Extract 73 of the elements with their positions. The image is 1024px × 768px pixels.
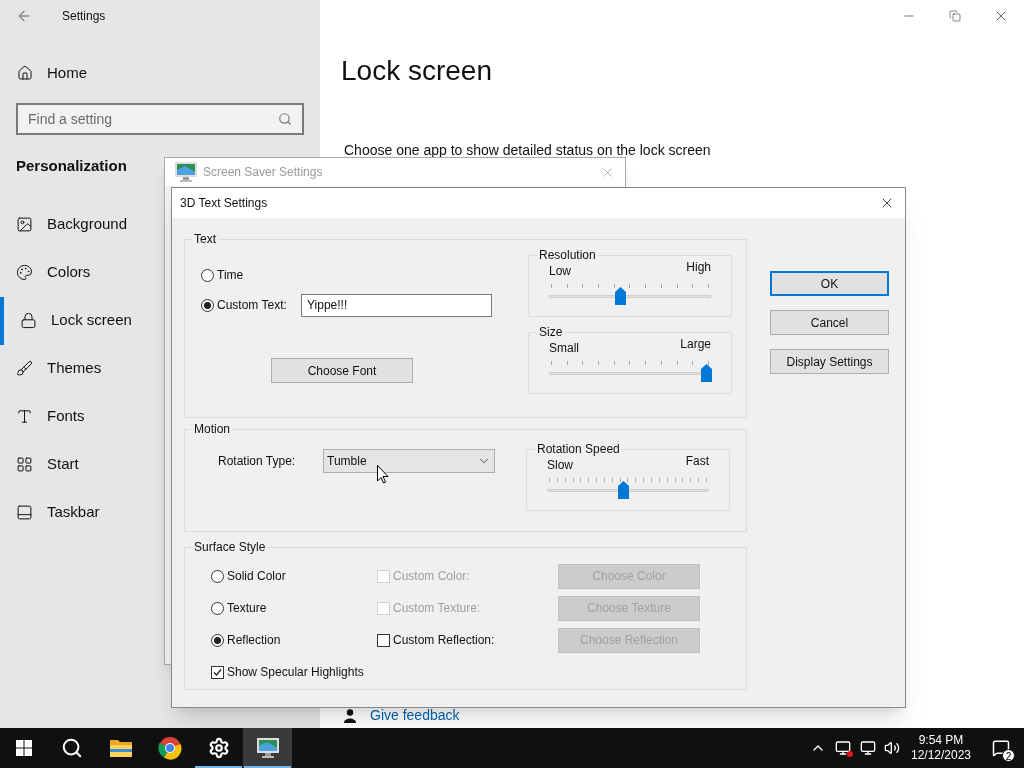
start-icon[interactable] xyxy=(16,740,32,756)
folder-icon xyxy=(108,738,133,758)
group-label: Resolution xyxy=(538,247,597,264)
panel-icon xyxy=(16,504,33,521)
checkbox[interactable] xyxy=(211,665,224,679)
radio-button[interactable] xyxy=(211,633,224,647)
checkbox[interactable] xyxy=(377,633,390,647)
dialog-button[interactable]: Cancel xyxy=(770,310,889,335)
radio-label: Solid Color xyxy=(227,568,286,585)
lock-icon xyxy=(20,312,37,329)
grid-icon xyxy=(16,456,33,473)
slider-max-label: Fast xyxy=(685,454,709,468)
window-title: 3D Text Settings xyxy=(180,195,268,212)
slider-max-label: Large xyxy=(680,337,711,351)
checkbox-label: Custom Texture: xyxy=(393,600,481,617)
palette-icon xyxy=(16,264,33,281)
taskbar-app[interactable] xyxy=(243,728,292,768)
radio-label: Time xyxy=(217,267,245,284)
brush-icon xyxy=(16,360,33,377)
search-field[interactable]: Find a setting xyxy=(16,103,304,135)
dropdown[interactable]: Tumble xyxy=(323,448,495,473)
search-icon xyxy=(278,112,292,126)
cursor-icon xyxy=(377,465,389,484)
restore-icon[interactable] xyxy=(949,10,961,22)
group-label: Motion xyxy=(193,421,232,438)
group-label: Surface Style xyxy=(193,539,267,556)
section-heading: Personalization xyxy=(16,156,127,176)
group-label: Text xyxy=(193,231,217,248)
radio-label: Custom Text: xyxy=(217,297,288,314)
feedback-link[interactable]: Give feedback xyxy=(370,705,460,726)
slider-min-label: Low xyxy=(549,264,571,278)
radio-button[interactable] xyxy=(201,268,214,282)
gear-icon xyxy=(207,737,230,759)
image-icon xyxy=(16,216,33,233)
monitor-icon xyxy=(254,736,281,760)
slider-min-label: Slow xyxy=(547,458,573,472)
window-title: Screen Saver Settings xyxy=(203,164,323,181)
home-item[interactable]: Home xyxy=(0,57,320,89)
radio-label: Reflection xyxy=(227,632,281,649)
device-alert-icon[interactable] xyxy=(835,740,851,756)
clock[interactable]: 9:54 PM 12/12/2023 xyxy=(904,733,978,763)
window-title: Settings xyxy=(62,8,106,25)
network-icon[interactable] xyxy=(860,740,876,756)
slider-thumb[interactable] xyxy=(618,481,630,499)
field-label: Rotation Type: xyxy=(218,452,297,470)
checkbox-label: Custom Color: xyxy=(393,568,470,585)
back-icon[interactable] xyxy=(16,8,32,24)
slider-thumb[interactable] xyxy=(615,287,627,305)
text-field[interactable]: Yippe!!! xyxy=(301,293,492,317)
page-title: Lock screen xyxy=(340,54,493,88)
dialog-button[interactable]: OK xyxy=(770,271,889,296)
speaker-icon[interactable] xyxy=(884,740,900,756)
radio-label: Texture xyxy=(227,600,267,617)
page-description: Choose one app to show detailed status on the lock screen xyxy=(343,141,712,160)
dialog-button[interactable]: Choose Font xyxy=(271,358,413,383)
slider-thumb[interactable] xyxy=(701,364,713,382)
checkbox-label: Show Specular Highlights xyxy=(227,664,364,681)
browser-icon xyxy=(157,736,182,760)
group-label: Size xyxy=(538,324,564,341)
monitor-icon xyxy=(173,160,199,184)
slider-min-label: Small xyxy=(549,341,579,355)
home-icon xyxy=(17,65,33,81)
type-icon xyxy=(16,408,33,425)
search-icon[interactable] xyxy=(61,737,83,759)
dialog-button[interactable]: Display Settings xyxy=(770,349,889,374)
feedback-icon xyxy=(344,708,356,723)
notification-count: 2 xyxy=(1002,749,1015,762)
slider-max-label: High xyxy=(686,260,711,274)
group-label: Rotation Speed xyxy=(536,441,621,458)
checkbox-label: Custom Reflection: xyxy=(393,632,495,649)
radio-button[interactable] xyxy=(211,601,224,615)
radio-button[interactable] xyxy=(201,298,214,312)
radio-button[interactable] xyxy=(211,569,224,583)
